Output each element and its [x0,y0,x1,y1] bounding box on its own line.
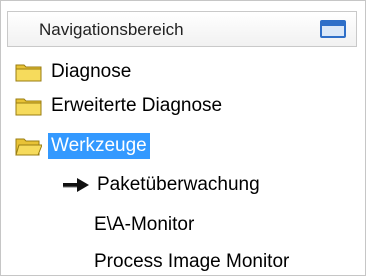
navigation-panel: Navigationsbereich Diagnose Erweiterte D… [0,0,366,276]
tree-item-werkzeuge[interactable]: Werkzeuge [15,131,150,161]
tree-item-ea-monitor[interactable]: E\A-Monitor [94,210,197,240]
arrow-right-icon [61,175,91,195]
tree-item-label: E\A-Monitor [94,214,195,235]
folder-closed-icon [15,62,42,82]
tree-item-label: Process Image Monitor [94,251,290,272]
window-icon[interactable] [320,20,346,38]
tree-item-paketueberwachung[interactable]: Paketüberwachung [61,170,263,200]
tree-item-erweiterte-diagnose[interactable]: Erweiterte Diagnose [15,91,225,121]
tree-item-diagnose[interactable]: Diagnose [15,57,134,87]
tree-item-label: Diagnose [51,61,132,82]
folder-closed-icon [15,96,42,116]
tree-item-process-image-monitor[interactable]: Process Image Monitor [94,247,292,277]
tree-item-label: Erweiterte Diagnose [51,95,223,116]
panel-header: Navigationsbereich [7,11,357,47]
tree-item-label: Paketüberwachung [97,174,260,195]
tree-item-label: Werkzeuge [48,133,150,159]
folder-open-icon [15,136,42,156]
panel-title: Navigationsbereich [39,20,184,39]
